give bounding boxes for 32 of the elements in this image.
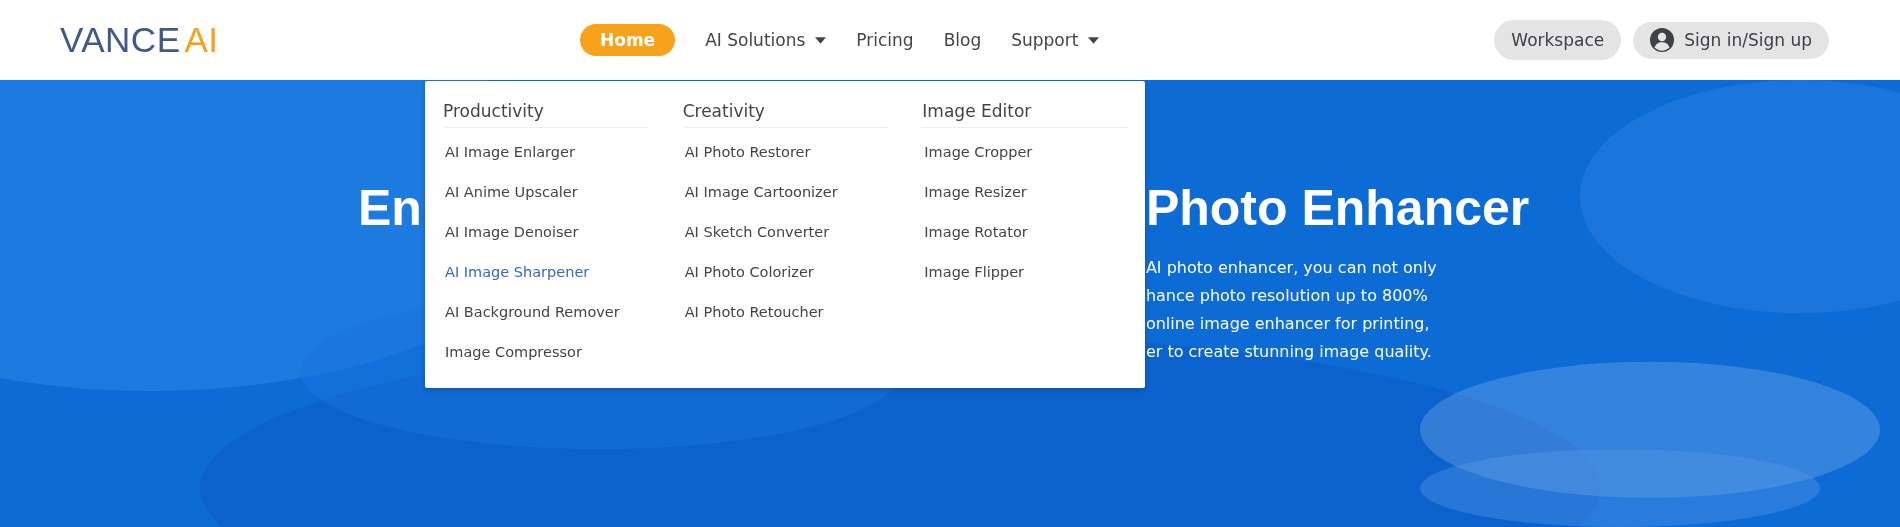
menu-item[interactable]: Image Cropper [922, 132, 1127, 172]
user-icon [1650, 28, 1675, 52]
workspace-button[interactable]: Workspace [1494, 20, 1622, 60]
nav-link[interactable]: Blog [943, 25, 982, 55]
hero-title: En [358, 180, 422, 238]
sign-in-button[interactable]: Sign in/Sign up [1633, 21, 1829, 59]
hero-text: hance photo resolution up to 800% [1145, 285, 1429, 307]
menu-item[interactable]: AI Photo Colorizer [682, 252, 888, 292]
menu-item[interactable]: AI Sketch Converter [682, 212, 888, 252]
hero-text: AI photo enhancer, you can not only [1145, 257, 1438, 279]
menu-heading: Productivity [443, 101, 648, 128]
menu-heading: Creativity [682, 101, 888, 128]
nav-link[interactable]: Pricing [856, 25, 914, 55]
menu-item[interactable]: Image Resizer [922, 172, 1127, 212]
menu-item[interactable]: AI Photo Restorer [682, 132, 888, 172]
hero-title: Photo Enhancer [1145, 180, 1530, 236]
menu-item[interactable]: AI Image Cartoonizer [682, 172, 888, 212]
menu-item[interactable]: AI Image Sharpener [443, 252, 648, 292]
menu-item[interactable]: Image Flipper [922, 252, 1127, 292]
menu-heading: Image Editor [922, 101, 1127, 128]
menu-item[interactable]: AI Background Remover [443, 292, 648, 332]
menu-item[interactable]: AI Anime Upscaler [443, 172, 648, 212]
nav-link[interactable]: AI Solutions [705, 25, 827, 55]
nav-link[interactable]: Support [1011, 25, 1100, 55]
hero-text: er to create stunning image quality. [1145, 341, 1433, 363]
menu-item[interactable]: AI Image Enlarger [443, 132, 648, 172]
hero-text: online image enhancer for printing, [1145, 313, 1431, 335]
menu-item[interactable]: Image Rotator [922, 212, 1127, 252]
menu-item[interactable]: AI Photo Retoucher [682, 292, 888, 332]
menu-item[interactable]: Image Compressor [443, 332, 648, 372]
logo[interactable]: VANCEAI [60, 20, 580, 60]
menu-item[interactable]: AI Image Denoiser [443, 212, 648, 252]
